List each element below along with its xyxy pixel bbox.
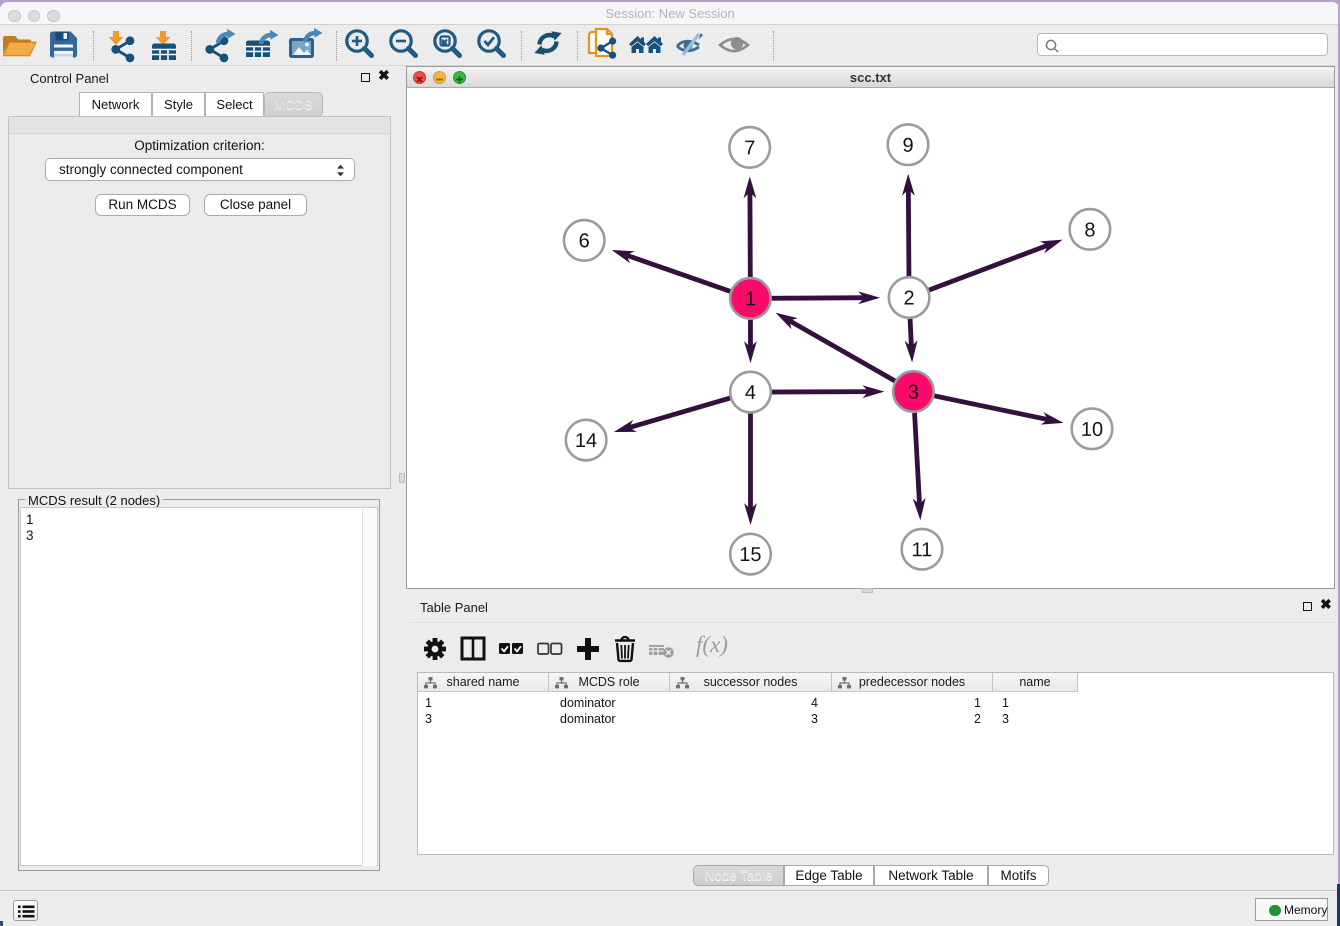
svg-text:10: 10 — [1081, 419, 1103, 441]
svg-text:8: 8 — [1084, 220, 1095, 242]
svg-text:9: 9 — [903, 135, 914, 157]
svg-text:1: 1 — [745, 288, 756, 310]
svg-text:14: 14 — [575, 430, 597, 452]
svg-text:11: 11 — [912, 539, 933, 561]
svg-text:3: 3 — [908, 382, 919, 404]
svg-text:7: 7 — [744, 137, 755, 159]
svg-text:6: 6 — [579, 230, 590, 252]
svg-text:2: 2 — [904, 288, 915, 310]
svg-text:15: 15 — [739, 544, 761, 566]
svg-text:4: 4 — [745, 382, 756, 404]
